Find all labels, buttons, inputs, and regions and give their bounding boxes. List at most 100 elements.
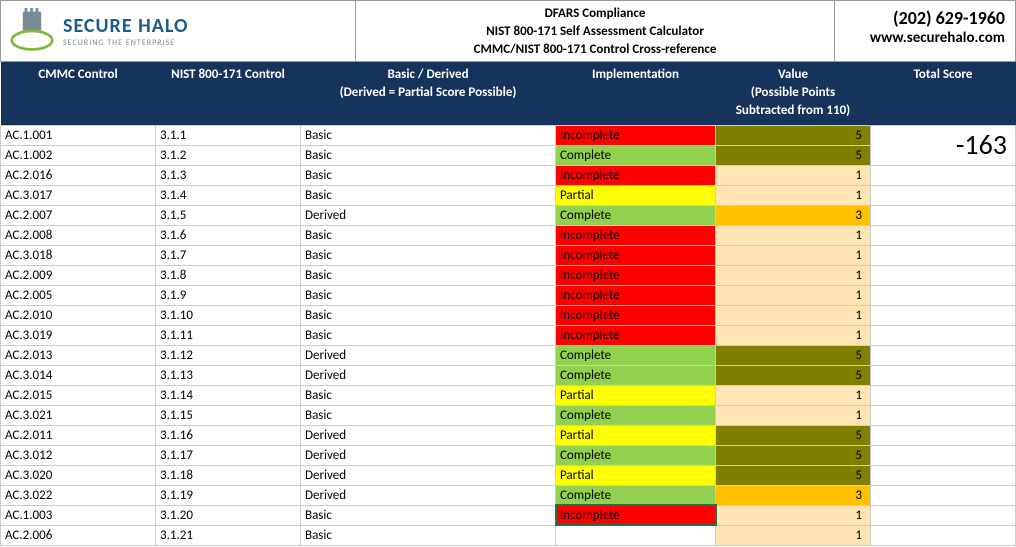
cell-nist[interactable]: 3.1.1: [156, 125, 301, 145]
cell-nist[interactable]: 3.1.18: [156, 465, 301, 485]
cell-score[interactable]: [871, 205, 1016, 225]
cell-score[interactable]: [871, 405, 1016, 425]
cell-score[interactable]: [871, 245, 1016, 265]
cell-nist[interactable]: 3.1.3: [156, 165, 301, 185]
cell-value[interactable]: 5: [716, 345, 871, 365]
cell-basic[interactable]: Derived: [301, 365, 556, 385]
cell-score[interactable]: [871, 525, 1016, 545]
cell-score[interactable]: [871, 485, 1016, 505]
cell-nist[interactable]: 3.1.11: [156, 325, 301, 345]
cell-cmmc[interactable]: AC.3.021: [1, 405, 156, 425]
cell-cmmc[interactable]: AC.2.015: [1, 385, 156, 405]
cell-nist[interactable]: 3.1.5: [156, 205, 301, 225]
cell-cmmc[interactable]: AC.3.014: [1, 365, 156, 385]
cell-score[interactable]: [871, 345, 1016, 365]
cell-implementation[interactable]: Incomplete: [556, 305, 716, 325]
cell-value[interactable]: 1: [716, 285, 871, 305]
cell-basic[interactable]: Derived: [301, 425, 556, 445]
cell-implementation[interactable]: Incomplete▼: [556, 505, 716, 525]
cell-value[interactable]: 1: [716, 245, 871, 265]
cell-value[interactable]: 5: [716, 125, 871, 145]
cell-value[interactable]: 1: [716, 165, 871, 185]
cell-nist[interactable]: 3.1.17: [156, 445, 301, 465]
cell-cmmc[interactable]: AC.2.013: [1, 345, 156, 365]
cell-score[interactable]: [871, 225, 1016, 245]
cell-score[interactable]: [871, 285, 1016, 305]
cell-score[interactable]: [871, 325, 1016, 345]
cell-score[interactable]: -163: [871, 125, 1016, 165]
cell-value[interactable]: 3: [716, 485, 871, 505]
cell-basic[interactable]: Basic: [301, 505, 556, 525]
cell-score[interactable]: [871, 305, 1016, 325]
cell-score[interactable]: [871, 165, 1016, 185]
cell-nist[interactable]: 3.1.16: [156, 425, 301, 445]
cell-basic[interactable]: Basic: [301, 165, 556, 185]
cell-basic[interactable]: Basic: [301, 245, 556, 265]
cell-implementation[interactable]: Partial: [556, 385, 716, 405]
cell-basic[interactable]: Basic: [301, 285, 556, 305]
cell-cmmc[interactable]: AC.1.002: [1, 145, 156, 165]
cell-basic[interactable]: Basic: [301, 145, 556, 165]
cell-value[interactable]: 5: [716, 145, 871, 165]
cell-score[interactable]: [871, 505, 1016, 525]
cell-basic[interactable]: Basic: [301, 525, 556, 545]
cell-basic[interactable]: Basic: [301, 185, 556, 205]
cell-score[interactable]: [871, 465, 1016, 485]
cell-basic[interactable]: Derived: [301, 205, 556, 225]
cell-value[interactable]: 1: [716, 405, 871, 425]
cell-nist[interactable]: 3.1.9: [156, 285, 301, 305]
cell-nist[interactable]: 3.1.13: [156, 365, 301, 385]
cell-implementation[interactable]: Incomplete: [556, 325, 716, 345]
cell-value[interactable]: 5: [716, 445, 871, 465]
cell-cmmc[interactable]: AC.2.010: [1, 305, 156, 325]
cell-value[interactable]: 1: [716, 265, 871, 285]
cell-nist[interactable]: 3.1.21: [156, 525, 301, 545]
cell-cmmc[interactable]: AC.3.017: [1, 185, 156, 205]
cell-implementation[interactable]: Partial: [556, 465, 716, 485]
cell-basic[interactable]: Basic: [301, 385, 556, 405]
cell-cmmc[interactable]: AC.1.001: [1, 125, 156, 145]
cell-value[interactable]: 1: [716, 505, 871, 525]
cell-nist[interactable]: 3.1.12: [156, 345, 301, 365]
cell-cmmc[interactable]: AC.3.018: [1, 245, 156, 265]
cell-nist[interactable]: 3.1.4: [156, 185, 301, 205]
cell-basic[interactable]: Derived: [301, 345, 556, 365]
cell-basic[interactable]: Basic: [301, 325, 556, 345]
cell-value[interactable]: 5: [716, 465, 871, 485]
cell-basic[interactable]: Basic: [301, 265, 556, 285]
cell-basic[interactable]: Derived: [301, 465, 556, 485]
cell-implementation[interactable]: Partial: [556, 425, 716, 445]
cell-value[interactable]: 5: [716, 425, 871, 445]
cell-cmmc[interactable]: AC.2.011: [1, 425, 156, 445]
cell-implementation[interactable]: Incomplete: [556, 125, 716, 145]
cell-cmmc[interactable]: AC.3.022: [1, 485, 156, 505]
cell-score[interactable]: [871, 385, 1016, 405]
cell-value[interactable]: 1: [716, 385, 871, 405]
cell-implementation[interactable]: Complete: [556, 405, 716, 425]
cell-basic[interactable]: Basic: [301, 405, 556, 425]
cell-score[interactable]: [871, 185, 1016, 205]
cell-cmmc[interactable]: AC.2.009: [1, 265, 156, 285]
cell-implementation[interactable]: Partial: [556, 185, 716, 205]
cell-implementation[interactable]: [556, 525, 716, 545]
cell-score[interactable]: [871, 425, 1016, 445]
cell-value[interactable]: 3: [716, 205, 871, 225]
cell-nist[interactable]: 3.1.7: [156, 245, 301, 265]
cell-nist[interactable]: 3.1.14: [156, 385, 301, 405]
cell-cmmc[interactable]: AC.3.012: [1, 445, 156, 465]
cell-nist[interactable]: 3.1.10: [156, 305, 301, 325]
cell-basic[interactable]: Basic: [301, 225, 556, 245]
cell-cmmc[interactable]: AC.2.008: [1, 225, 156, 245]
cell-value[interactable]: 1: [716, 185, 871, 205]
cell-implementation[interactable]: Incomplete: [556, 265, 716, 285]
cell-cmmc[interactable]: AC.3.019: [1, 325, 156, 345]
cell-score[interactable]: [871, 265, 1016, 285]
cell-score[interactable]: [871, 365, 1016, 385]
cell-nist[interactable]: 3.1.20: [156, 505, 301, 525]
cell-nist[interactable]: 3.1.8: [156, 265, 301, 285]
cell-basic[interactable]: Basic: [301, 125, 556, 145]
cell-value[interactable]: 1: [716, 325, 871, 345]
cell-nist[interactable]: 3.1.6: [156, 225, 301, 245]
cell-value[interactable]: 1: [716, 225, 871, 245]
cell-basic[interactable]: Derived: [301, 445, 556, 465]
